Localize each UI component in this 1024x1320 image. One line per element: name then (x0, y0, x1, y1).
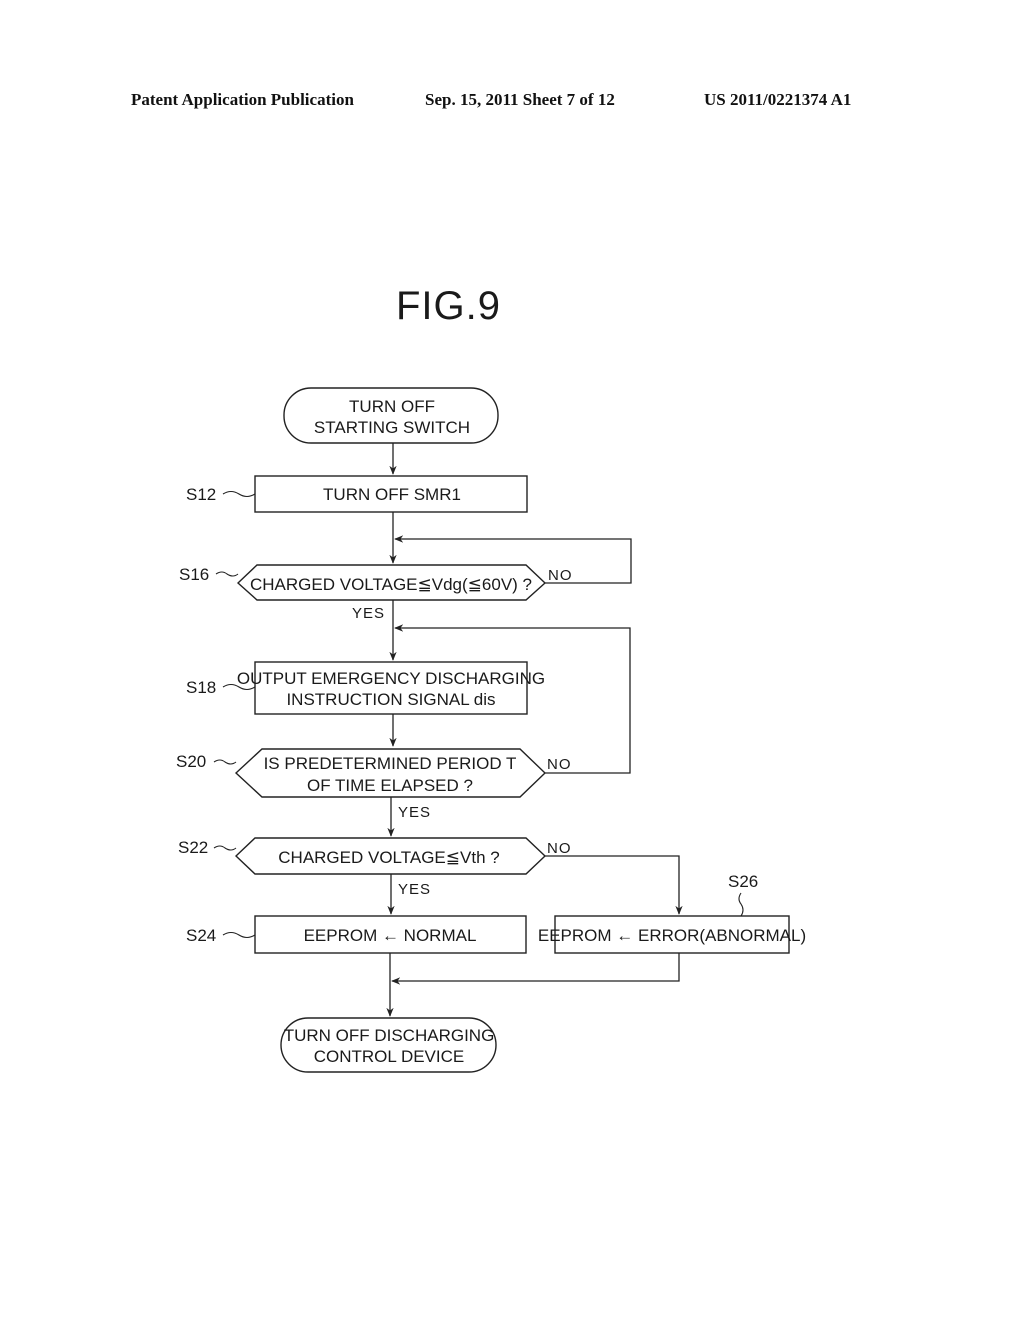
step-s22: CHARGED VOLTAGE≦Vth ? S22 NO YES (178, 837, 572, 898)
s22-text: CHARGED VOLTAGE≦Vth ? (278, 848, 499, 867)
s12-step-label: S12 (186, 485, 216, 504)
step-s24: EEPROM ← NORMAL S24 (186, 915, 527, 954)
s20-yes-label: YES (398, 804, 431, 821)
s26-text: EEPROM ← ERROR(ABNORMAL) (538, 926, 806, 945)
start-text-line-1: TURN OFF (349, 397, 435, 416)
s20-leader (213, 759, 237, 765)
s20-step-label: S20 (176, 752, 206, 771)
s26-leader (738, 892, 744, 917)
s16-leader (215, 571, 239, 577)
step-s12: TURN OFF SMR1 S12 (186, 475, 528, 513)
s22-no-label: NO (547, 840, 572, 857)
s22-leader (213, 845, 237, 851)
s24-leader (222, 931, 256, 939)
s18-text-line-1: OUTPUT EMERGENCY DISCHARGING (237, 669, 545, 688)
step-s26: EEPROM ← ERROR(ABNORMAL) S26 (538, 872, 806, 954)
start-terminal: TURN OFF STARTING SWITCH (283, 387, 499, 444)
s20-text-line-2: OF TIME ELAPSED ? (307, 776, 473, 795)
arrow-s22-no-to-s26 (545, 855, 683, 915)
s12-leader (222, 490, 256, 498)
s20-no-label: NO (547, 756, 572, 773)
s22-step-label: S22 (178, 838, 208, 857)
step-s18: OUTPUT EMERGENCY DISCHARGING INSTRUCTION… (186, 661, 545, 715)
end-text-line-2: CONTROL DEVICE (314, 1047, 465, 1066)
s20-text-line-1: IS PREDETERMINED PERIOD T (264, 754, 517, 773)
s16-text: CHARGED VOLTAGE≦Vdg(≦60V) ? (250, 575, 532, 594)
s16-no-label: NO (548, 567, 573, 584)
s18-step-label: S18 (186, 678, 216, 697)
s16-yes-label: YES (352, 605, 385, 622)
step-s16: CHARGED VOLTAGE≦Vdg(≦60V) ? S16 NO YES (179, 564, 573, 622)
end-text-line-1: TURN OFF DISCHARGING (284, 1026, 495, 1045)
start-text-line-2: STARTING SWITCH (314, 418, 470, 437)
s26-step-label: S26 (728, 872, 758, 891)
s12-text: TURN OFF SMR1 (323, 485, 461, 504)
end-terminal: TURN OFF DISCHARGING CONTROL DEVICE (280, 1017, 497, 1073)
step-s20: IS PREDETERMINED PERIOD T OF TIME ELAPSE… (176, 748, 572, 821)
s24-text: EEPROM ← NORMAL (304, 926, 477, 945)
s18-text-line-2: INSTRUCTION SIGNAL dis (286, 690, 495, 709)
arrow-s26-to-merge (391, 953, 680, 985)
s22-yes-label: YES (398, 881, 431, 898)
flowchart: TURN OFF STARTING SWITCH TURN OFF SMR1 S… (176, 387, 806, 1073)
s24-step-label: S24 (186, 926, 216, 945)
s16-step-label: S16 (179, 565, 209, 584)
